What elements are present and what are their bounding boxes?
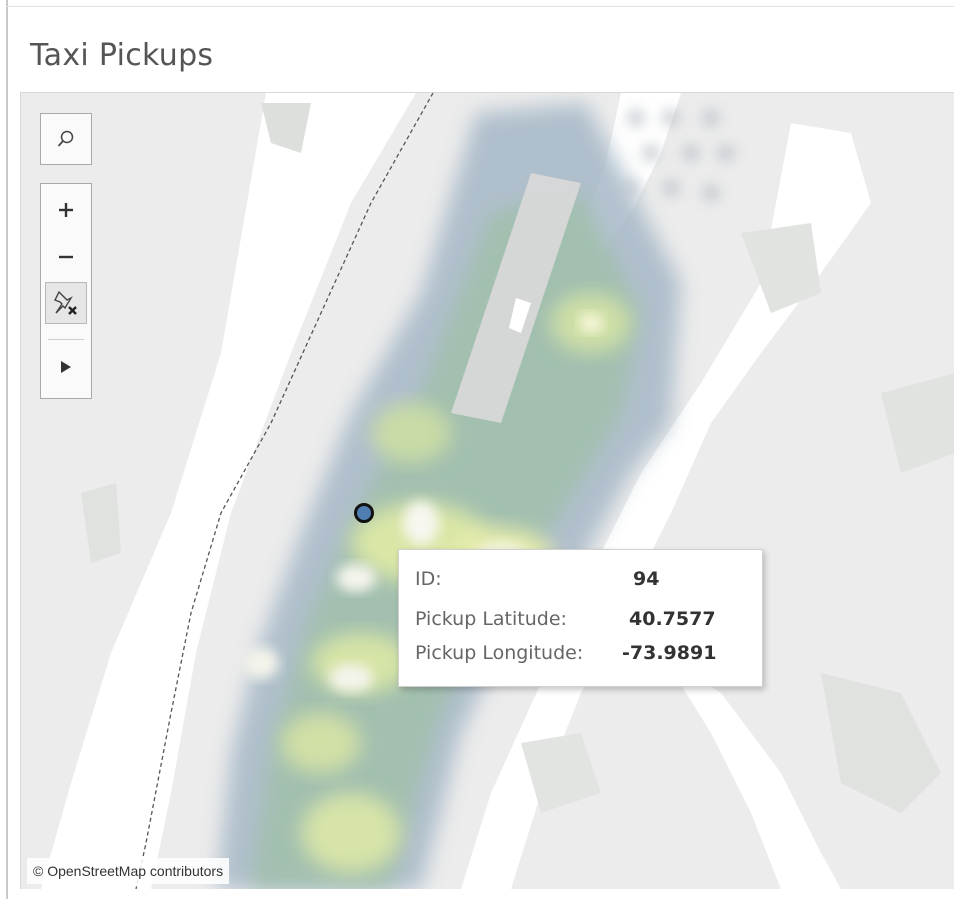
tooltip-label: ID: — [415, 568, 442, 590]
reset-map-button[interactable] — [45, 282, 87, 324]
map-zoom-controls — [40, 183, 92, 399]
map-search-button[interactable] — [41, 117, 91, 161]
tooltip-value: 94 — [633, 568, 660, 590]
play-icon — [61, 361, 71, 373]
control-separator — [48, 339, 84, 340]
page-title: Taxi Pickups — [30, 38, 214, 73]
tooltip-row-id: ID: 94 — [415, 568, 755, 596]
search-icon — [57, 130, 74, 147]
map-tooltip: ID: 94 Pickup Latitude: 40.7577 Pickup L… — [398, 549, 763, 687]
zoom-out-button[interactable] — [41, 235, 91, 279]
map-view[interactable] — [20, 92, 954, 889]
zoom-in-button[interactable] — [41, 188, 91, 232]
tooltip-label: Pickup Latitude: — [415, 608, 567, 630]
dashboard-frame-top — [6, 6, 954, 7]
map-search-control[interactable] — [40, 113, 92, 165]
tooltip-row-longitude: Pickup Longitude: -73.9891 — [415, 642, 755, 670]
tooltip-row-latitude: Pickup Latitude: 40.7577 — [415, 608, 755, 636]
dashboard-frame-left — [6, 0, 8, 899]
play-button[interactable] — [41, 345, 91, 389]
map-canvas[interactable] — [21, 93, 954, 889]
tooltip-value: -73.9891 — [622, 642, 717, 664]
tooltip-value: 40.7577 — [629, 608, 716, 630]
pickup-marker[interactable] — [354, 503, 374, 523]
pin-reset-icon — [54, 290, 77, 315]
tooltip-label: Pickup Longitude: — [415, 642, 584, 664]
minus-icon — [59, 255, 73, 259]
map-attribution[interactable]: © OpenStreetMap contributors — [27, 858, 230, 884]
plus-icon — [59, 203, 73, 217]
